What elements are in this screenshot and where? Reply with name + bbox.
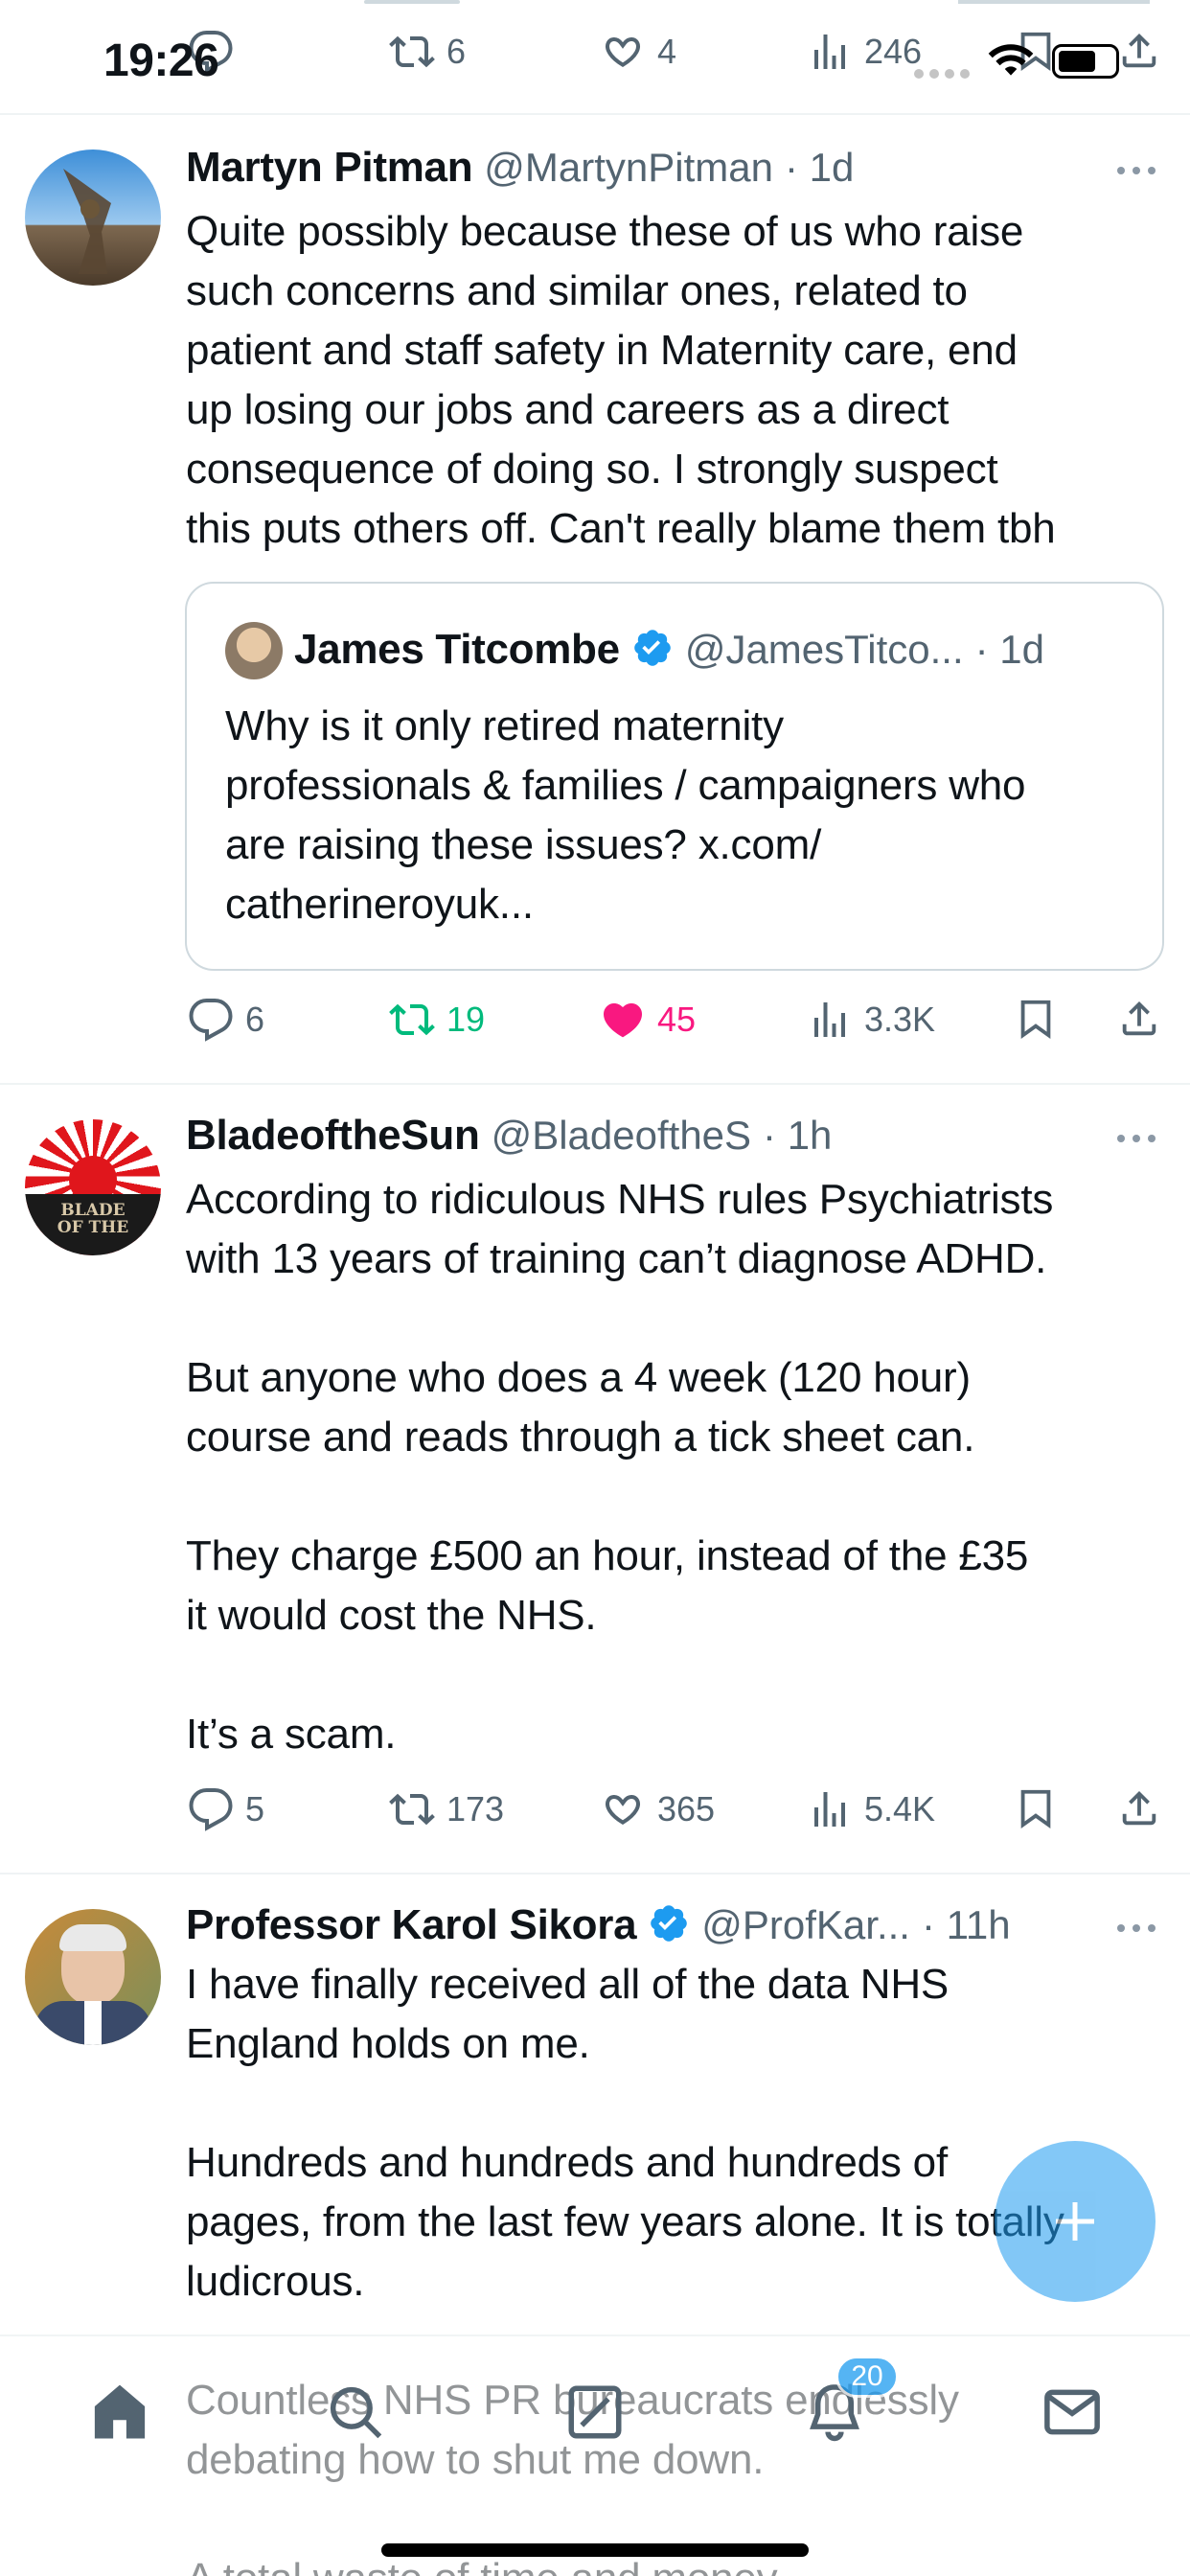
messages-tab[interactable] bbox=[1041, 2380, 1104, 2444]
grok-tab[interactable] bbox=[563, 2380, 627, 2444]
tweet-header: Martyn Pitman @MartynPitman · 1d bbox=[186, 144, 854, 192]
repost-button[interactable]: 19 bbox=[389, 997, 485, 1043]
like-count: 4 bbox=[657, 32, 677, 71]
divider bbox=[0, 1873, 1190, 1874]
bookmark-button[interactable] bbox=[1014, 997, 1058, 1041]
verified-badge-icon bbox=[648, 1902, 690, 1949]
avatar[interactable]: BLADE OF THE bbox=[25, 1119, 161, 1255]
battery-icon bbox=[1052, 44, 1119, 79]
like-button[interactable]: 45 bbox=[600, 997, 696, 1043]
avatar[interactable] bbox=[25, 150, 161, 286]
views-count: 5.4K bbox=[864, 1789, 936, 1828]
plus-icon bbox=[1056, 2202, 1094, 2241]
display-name[interactable]: Professor Karol Sikora bbox=[186, 1901, 637, 1949]
share-icon bbox=[1122, 33, 1156, 68]
compose-button[interactable] bbox=[995, 2141, 1156, 2302]
share-icon bbox=[1122, 1790, 1156, 1826]
reply-button[interactable]: 5 bbox=[188, 1786, 264, 1832]
views-icon bbox=[814, 34, 845, 69]
share-button[interactable] bbox=[1117, 29, 1161, 73]
tweet-time: · 1h bbox=[763, 1113, 833, 1158]
tweet-header: Professor Karol Sikora @ProfKar... · 11h bbox=[186, 1901, 1011, 1949]
reply-button[interactable]: 6 bbox=[188, 997, 264, 1043]
signal-dots bbox=[914, 69, 970, 79]
verified-badge-icon bbox=[631, 627, 674, 674]
share-icon bbox=[1122, 1000, 1156, 1036]
share-button[interactable] bbox=[1117, 1786, 1161, 1830]
heart-icon bbox=[606, 36, 640, 68]
user-handle[interactable]: @MartynPitman bbox=[484, 145, 773, 191]
repost-count: 19 bbox=[446, 1000, 486, 1039]
quote-avatar bbox=[225, 622, 283, 679]
notifications-tab[interactable]: 20 bbox=[803, 2356, 899, 2444]
repost-count: 173 bbox=[446, 1789, 505, 1828]
views-button[interactable]: 246 bbox=[807, 29, 922, 75]
more-options-icon[interactable] bbox=[1117, 1135, 1156, 1142]
reply-count: 6 bbox=[245, 1000, 265, 1039]
bookmark-button[interactable] bbox=[1014, 1786, 1058, 1830]
avatar[interactable] bbox=[25, 1909, 161, 2045]
heart-filled-icon bbox=[603, 1003, 643, 1038]
quote-time: · 1d bbox=[974, 627, 1044, 672]
repost-icon bbox=[389, 1793, 435, 1826]
home-tab[interactable] bbox=[88, 2380, 151, 2444]
views-button[interactable]: 3.3K bbox=[807, 997, 935, 1043]
quote-header: James Titcombe @JamesTitco... · 1d bbox=[294, 626, 1044, 674]
grok-icon bbox=[568, 2385, 622, 2439]
user-handle[interactable]: @BladeoftheS bbox=[492, 1113, 751, 1159]
status-bar: 6 4 246 19:26 bbox=[0, 0, 1190, 113]
views-icon bbox=[814, 1792, 845, 1827]
views-count: 3.3K bbox=[864, 1000, 936, 1039]
bookmark-icon bbox=[1020, 1000, 1051, 1039]
repost-icon bbox=[389, 1003, 435, 1036]
user-handle[interactable]: @ProfKar... bbox=[701, 1902, 910, 1948]
quote-display-name: James Titcombe bbox=[294, 626, 620, 673]
divider bbox=[0, 1083, 1190, 1085]
more-options-icon[interactable] bbox=[1117, 1924, 1156, 1932]
divider bbox=[0, 113, 1190, 115]
avatar-lettering: BLADE OF THE bbox=[57, 1201, 129, 1237]
status-time: 19:26 bbox=[103, 35, 219, 86]
heart-icon bbox=[606, 1794, 640, 1826]
display-name[interactable]: Martyn Pitman bbox=[186, 144, 473, 192]
wifi-icon bbox=[987, 42, 1035, 79]
reply-count: 5 bbox=[245, 1789, 265, 1828]
card-remnant bbox=[958, 0, 1150, 4]
home-icon bbox=[94, 2384, 146, 2439]
quote-card[interactable]: James Titcombe @JamesTitco... · 1d Why i… bbox=[185, 582, 1164, 971]
reply-icon bbox=[189, 999, 233, 1042]
search-tab[interactable] bbox=[324, 2380, 387, 2444]
repost-icon bbox=[389, 35, 435, 68]
home-indicator bbox=[381, 2543, 809, 2557]
repost-button[interactable]: 6 bbox=[389, 29, 466, 75]
mail-icon bbox=[1044, 2389, 1100, 2435]
notifications-badge: 20 bbox=[835, 2356, 899, 2398]
tweet-time: · 11h bbox=[921, 1902, 1011, 1947]
repost-button[interactable]: 173 bbox=[389, 1786, 504, 1832]
search-icon bbox=[330, 2386, 382, 2439]
like-count: 45 bbox=[657, 1000, 697, 1039]
scroll-remnant bbox=[364, 0, 460, 4]
more-options-icon[interactable] bbox=[1117, 167, 1156, 174]
quote-user-handle: @JamesTitco... bbox=[684, 627, 964, 672]
bookmark-icon bbox=[1020, 1789, 1051, 1828]
like-count: 365 bbox=[657, 1789, 716, 1828]
tweet-header: BladeoftheSun @BladeoftheS · 1h bbox=[186, 1112, 832, 1160]
repost-count: 6 bbox=[446, 32, 467, 71]
like-button[interactable]: 4 bbox=[600, 29, 676, 75]
tweet-text: According to ridiculous NHS rules Psychi… bbox=[186, 1176, 1054, 1758]
quote-text: Why is it only retired maternity profess… bbox=[225, 702, 1026, 928]
tweet-time: · 1d bbox=[785, 145, 855, 190]
reply-icon bbox=[189, 1788, 233, 1831]
bottom-nav: 20 bbox=[0, 2334, 1190, 2576]
views-count: 246 bbox=[864, 32, 923, 71]
tweet-text: Quite possibly because these of us who r… bbox=[186, 208, 1056, 552]
like-button[interactable]: 365 bbox=[600, 1786, 715, 1832]
views-button[interactable]: 5.4K bbox=[807, 1786, 935, 1832]
views-icon bbox=[814, 1002, 845, 1037]
display-name[interactable]: BladeoftheSun bbox=[186, 1112, 480, 1160]
share-button[interactable] bbox=[1117, 997, 1161, 1041]
